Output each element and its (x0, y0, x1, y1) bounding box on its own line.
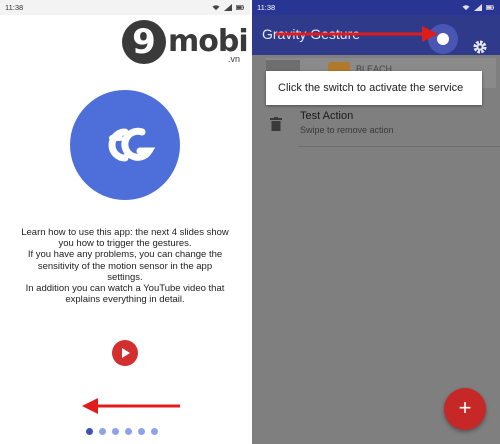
signal-icon (224, 4, 232, 11)
onboarding-screen: 11:38 9 mobi .vn Learn how to use this a… (0, 0, 250, 444)
intro-line: If you have any problems, you can change… (27, 249, 223, 261)
status-bar: 11:38 (252, 0, 500, 15)
wifi-icon (462, 5, 470, 11)
add-action-button[interactable]: + (444, 388, 486, 430)
battery-icon (236, 5, 244, 10)
logo-digit: 9 (132, 22, 156, 62)
trash-icon[interactable] (270, 117, 282, 131)
intro-line: settings. (107, 271, 143, 283)
intro-line: In addition you can watch a YouTube vide… (25, 283, 225, 295)
logo-domain: .vn (228, 54, 241, 64)
status-time: 11:38 (257, 3, 276, 12)
page-dot[interactable] (151, 428, 158, 435)
page-dot[interactable] (138, 428, 145, 435)
intro-text: Learn how to use this app: the next 4 sl… (10, 227, 240, 305)
plus-icon: + (458, 395, 472, 420)
list-item-subtitle: Swipe to remove action (300, 125, 394, 135)
battery-icon (486, 5, 494, 10)
point-to-switch-arrow-annotation (276, 26, 438, 42)
signal-icon (474, 4, 482, 11)
list-divider (298, 146, 500, 147)
intro-line: sensitivity of the motion sensor in the … (37, 260, 213, 272)
page-indicator (86, 428, 158, 435)
intro-line: Learn how to use this app: the next 4 sl… (21, 227, 229, 238)
page-dot[interactable] (112, 428, 119, 435)
status-icons (212, 0, 244, 15)
list-item-title: Test Action (300, 110, 354, 122)
intro-line: explains everything in detail. (65, 294, 185, 306)
page-dot-active[interactable] (86, 428, 93, 435)
status-icons (462, 0, 494, 15)
tooltip-activate-service: Click the switch to activate the service (266, 71, 482, 105)
main-screen: 11:38 Gravity Gesture BLEACH Click the s… (252, 0, 500, 444)
youtube-play-button[interactable] (112, 340, 138, 366)
page-dot[interactable] (125, 428, 132, 435)
wifi-icon (212, 5, 220, 11)
list-item[interactable]: Test Action Swipe to remove action (252, 106, 500, 148)
logo-nine-badge: 9 (122, 20, 166, 64)
page-dot[interactable] (99, 428, 106, 435)
gravity-gesture-logo-icon (70, 90, 180, 200)
play-icon (122, 348, 130, 358)
status-time: 11:38 (5, 3, 24, 12)
brand-logo: 9 mobi .vn (122, 20, 250, 66)
swipe-left-arrow-annotation (82, 398, 180, 414)
status-bar: 11:38 (0, 0, 250, 15)
intro-line: you how to trigger the gestures. (58, 238, 192, 250)
gear-icon[interactable] (472, 39, 488, 55)
